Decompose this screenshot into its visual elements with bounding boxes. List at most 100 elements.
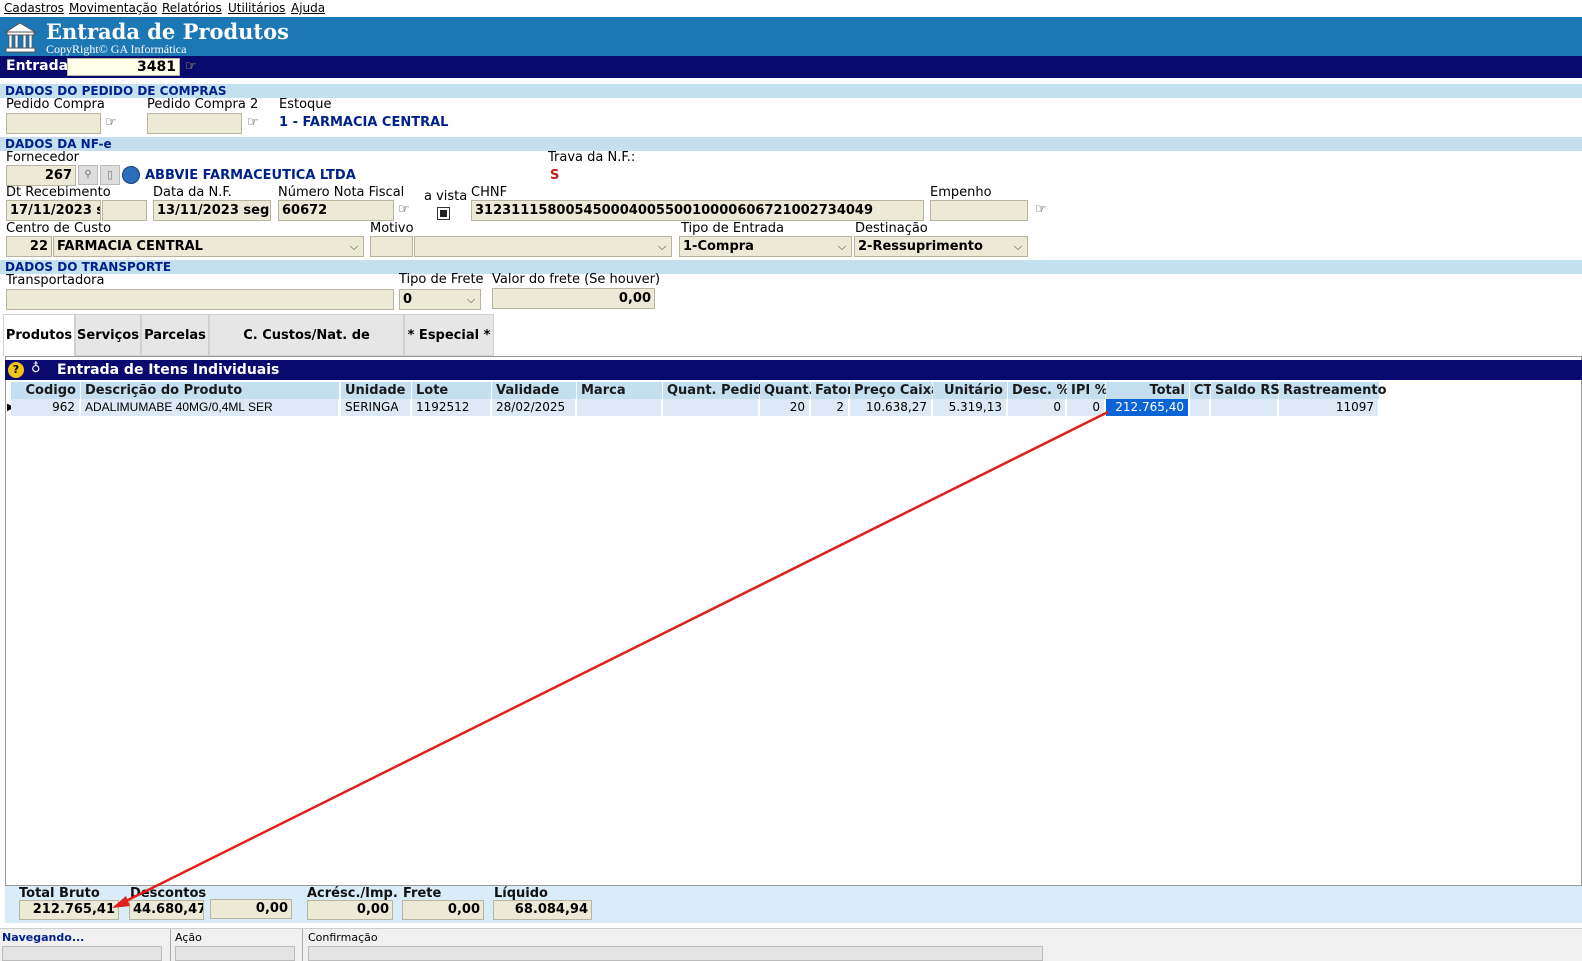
menu-ajuda[interactable]: Ajuda xyxy=(291,1,325,15)
menu-utilitarios[interactable]: Utilitários xyxy=(228,1,285,15)
column-header-rastreamento[interactable]: Rastreamento xyxy=(1279,382,1387,399)
menu-relatorios[interactable]: Relatórios xyxy=(162,1,222,15)
cell-fator[interactable]: 2 xyxy=(811,399,849,416)
empenho-input[interactable] xyxy=(930,200,1028,221)
chnf-input[interactable]: 3123111580054500040055001000060672100273… xyxy=(471,200,924,221)
copyright-text: CopyRight© GA Informática xyxy=(46,42,187,56)
column-header-saldo-rs[interactable]: Saldo RS xyxy=(1211,382,1280,399)
tab-especial[interactable]: * Especial * xyxy=(404,314,494,356)
cell-quant-pedido[interactable] xyxy=(663,399,759,416)
data-nf-input[interactable]: 13/11/2023 seg xyxy=(153,200,271,221)
navigation-buttons[interactable] xyxy=(2,946,162,961)
pedido-compra-input[interactable] xyxy=(6,113,101,134)
pointer-hand-icon[interactable]: ☞ xyxy=(247,115,259,130)
pedido-compra2-input[interactable] xyxy=(147,113,242,134)
pointer-hand-icon[interactable]: ☞ xyxy=(105,115,117,130)
document-icon[interactable]: ▯ xyxy=(100,165,120,185)
cell-descricao[interactable]: ADALIMUMABE 40MG/0,4ML SER xyxy=(81,399,339,416)
cell-saldo-rs[interactable] xyxy=(1211,399,1278,416)
destinacao-label: Destinação xyxy=(855,221,928,236)
cell-unitario[interactable]: 5.319,13 xyxy=(933,399,1007,416)
chevron-down-icon: ⌵ xyxy=(349,240,359,253)
entrada-input[interactable]: 3481 xyxy=(67,58,180,76)
tipo-entrada-label: Tipo de Entrada xyxy=(681,221,784,236)
transportadora-input[interactable] xyxy=(6,289,394,310)
motivo-code-input[interactable] xyxy=(370,236,413,257)
dt-recebimento-time-input[interactable] xyxy=(102,200,147,221)
centro-custo-select[interactable]: FARMACIA CENTRAL ⌵ xyxy=(53,236,364,257)
dt-recebimento-label: Dt Recebimento xyxy=(6,185,111,200)
destinacao-select[interactable]: 2-Ressuprimento ⌵ xyxy=(854,236,1028,257)
tipo-frete-select[interactable]: 0 ⌵ xyxy=(399,289,481,310)
tab-parcelas[interactable]: Parcelas xyxy=(141,314,209,356)
numero-nf-label: Número Nota Fiscal xyxy=(278,185,405,200)
avista-checkbox[interactable] xyxy=(437,207,450,220)
cell-total[interactable]: 212.765,40 xyxy=(1106,399,1189,416)
fornecedor-name: ABBVIE FARMACEUTICA LTDA xyxy=(145,168,356,183)
tab-produtos[interactable]: Produtos xyxy=(3,314,75,356)
menu-cadastros[interactable]: Cadastros xyxy=(4,1,64,15)
column-header-validade[interactable]: Validade xyxy=(492,382,576,399)
trava-label: Trava da N.F.: xyxy=(548,150,636,165)
valor-frete-input[interactable]: 0,00 xyxy=(492,288,655,309)
globe-icon[interactable] xyxy=(122,166,140,184)
column-header-total[interactable]: Total xyxy=(1106,382,1189,399)
pointer-hand-icon[interactable]: ☞ xyxy=(1035,202,1047,217)
building-icon xyxy=(4,22,37,53)
action-buttons[interactable] xyxy=(175,946,295,961)
column-header-unidade[interactable]: Unidade xyxy=(341,382,411,399)
tipo-entrada-value: 1-Compra xyxy=(683,239,754,254)
chevron-down-icon: ⌵ xyxy=(1013,240,1023,253)
section-transporte: DADOS DO TRANSPORTE xyxy=(0,260,1582,274)
binoculars-icon[interactable]: ⚲ xyxy=(78,165,98,185)
cell-validade[interactable]: 28/02/2025 xyxy=(492,399,576,416)
cell-quant[interactable]: 20 xyxy=(760,399,810,416)
column-header-desc[interactable]: Desc. % xyxy=(1008,382,1070,399)
cell-ct[interactable] xyxy=(1190,399,1210,416)
confirmation-buttons[interactable] xyxy=(308,946,1043,961)
dt-recebimento-input[interactable]: 17/11/2023 sex xyxy=(6,200,101,221)
chnf-label: CHNF xyxy=(471,185,508,200)
column-header-marca[interactable]: Marca xyxy=(577,382,662,399)
cell-ipi[interactable]: 0 xyxy=(1067,399,1105,416)
column-header-fator[interactable]: Fator xyxy=(811,382,853,399)
cell-unidade[interactable]: SERINGA xyxy=(341,399,411,416)
acrescimo-value: 0,00 xyxy=(307,900,393,920)
trava-value: S xyxy=(550,168,560,183)
pedido-compra2-label: Pedido Compra 2 xyxy=(147,97,259,112)
centro-custo-code-input[interactable]: 22 xyxy=(6,236,52,257)
column-header-descricao[interactable]: Descrição do Produto xyxy=(81,382,339,399)
cell-codigo[interactable]: 962 xyxy=(11,399,80,416)
column-header-quant-pedido[interactable]: Quant. Pedido xyxy=(663,382,771,399)
help-icon[interactable]: ? xyxy=(8,362,24,378)
cell-lote[interactable]: 1192512 xyxy=(412,399,491,416)
column-header-unitario[interactable]: Unitário xyxy=(933,382,1007,399)
column-header-quant[interactable]: Quant. xyxy=(760,382,814,399)
column-header-codigo[interactable]: Codigo xyxy=(11,382,80,399)
motivo-label: Motivo xyxy=(370,221,414,236)
column-header-lote[interactable]: Lote xyxy=(412,382,491,399)
tipo-entrada-select[interactable]: 1-Compra ⌵ xyxy=(679,236,852,257)
column-header-ipi[interactable]: IPI % xyxy=(1067,382,1108,399)
tab-servicos[interactable]: Serviços xyxy=(75,314,141,356)
cell-rastreamento[interactable]: 11097 xyxy=(1279,399,1379,416)
section-pedido: DADOS DO PEDIDO DE COMPRAS xyxy=(0,84,1582,98)
fornecedor-code-input[interactable]: 267 xyxy=(6,165,76,186)
motivo-select[interactable]: ⌵ xyxy=(414,236,672,257)
tab-centros-custo[interactable]: C. Custos/Nat. de Operação xyxy=(209,314,404,385)
centro-custo-label: Centro de Custo xyxy=(6,221,112,236)
cell-marca[interactable] xyxy=(577,399,662,416)
descontos-label: Descontos xyxy=(130,886,207,901)
cell-desc[interactable]: 0 xyxy=(1008,399,1066,416)
cell-preco-caixa[interactable]: 10.638,27 xyxy=(850,399,932,416)
numero-nf-input[interactable]: 60672 xyxy=(278,200,394,221)
tipo-frete-value: 0 xyxy=(403,292,413,307)
column-header-ct[interactable]: CT xyxy=(1190,382,1212,399)
pointer-hand-icon[interactable]: ☞ xyxy=(398,202,410,217)
fornecedor-label: Fornecedor xyxy=(6,150,80,165)
menu-movimentacao[interactable]: Movimentação xyxy=(69,1,157,15)
column-header-preco-caixa[interactable]: Preço Caixa xyxy=(850,382,940,399)
flask-icon[interactable]: ♁ xyxy=(31,361,41,376)
chevron-down-icon: ⌵ xyxy=(657,240,667,253)
pointer-hand-icon[interactable]: ☞ xyxy=(185,59,197,74)
